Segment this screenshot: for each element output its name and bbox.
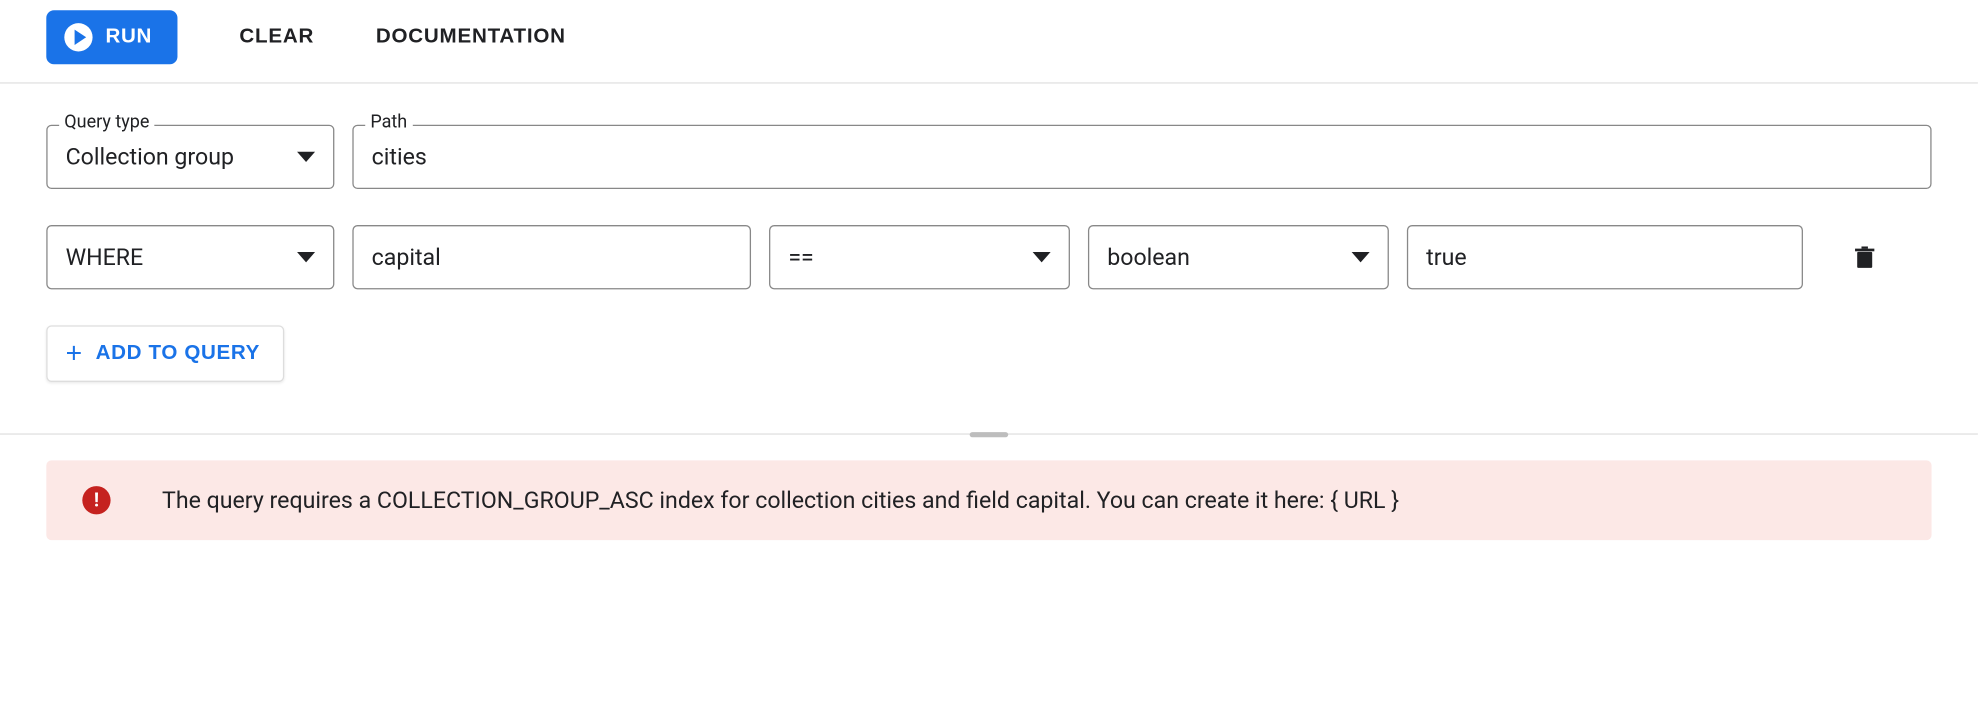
field-name-input[interactable]: capital (352, 225, 751, 289)
error-icon (82, 486, 110, 514)
clause-field: WHERE (46, 225, 334, 289)
path-label: Path (365, 112, 412, 133)
error-text: The query requires a COLLECTION_GROUP_AS… (162, 487, 1399, 514)
type-value: boolean (1107, 244, 1190, 271)
type-select[interactable]: boolean (1088, 225, 1389, 289)
query-type-label: Query type (59, 112, 154, 133)
operator-value: == (788, 244, 813, 271)
error-alert: The query requires a COLLECTION_GROUP_AS… (46, 460, 1931, 540)
chevron-down-icon (1352, 252, 1370, 262)
value-input[interactable]: true (1407, 225, 1803, 289)
documentation-button[interactable]: DOCUMENTATION (376, 26, 566, 49)
where-row: WHERE capital == boolean true (46, 225, 1931, 289)
toolbar: RUN CLEAR DOCUMENTATION (0, 0, 1978, 84)
results-area: The query requires a COLLECTION_GROUP_AS… (0, 435, 1978, 592)
path-field: Path cities (352, 125, 1931, 189)
chevron-down-icon (1033, 252, 1051, 262)
run-label: RUN (105, 26, 152, 49)
operator-field: == (769, 225, 1070, 289)
query-type-value: Collection group (66, 143, 234, 170)
clear-button[interactable]: CLEAR (239, 26, 314, 49)
run-button[interactable]: RUN (46, 10, 177, 64)
query-type-field: Query type Collection group (46, 125, 334, 189)
trash-icon (1852, 243, 1878, 271)
add-to-query-button[interactable]: + ADD TO QUERY (46, 325, 284, 382)
value-field: true (1407, 225, 1803, 289)
chevron-down-icon (297, 252, 315, 262)
add-to-query-label: ADD TO QUERY (96, 342, 260, 365)
query-type-select[interactable]: Collection group (46, 125, 334, 189)
path-input[interactable]: cities (352, 125, 1931, 189)
operator-select[interactable]: == (769, 225, 1070, 289)
field-name-value: capital (372, 244, 441, 271)
clause-value: WHERE (66, 244, 144, 271)
query-builder: Query type Collection group Path cities … (0, 84, 1978, 435)
type-field: boolean (1088, 225, 1389, 289)
chevron-down-icon (297, 152, 315, 162)
path-value: cities (372, 143, 427, 170)
resize-handle[interactable] (970, 432, 1009, 437)
field-name-field: capital (352, 225, 751, 289)
query-header-row: Query type Collection group Path cities (46, 125, 1931, 189)
plus-icon: + (66, 340, 83, 368)
delete-condition-button[interactable] (1852, 243, 1878, 271)
value-value: true (1426, 244, 1466, 271)
play-icon (64, 23, 92, 51)
clause-select[interactable]: WHERE (46, 225, 334, 289)
